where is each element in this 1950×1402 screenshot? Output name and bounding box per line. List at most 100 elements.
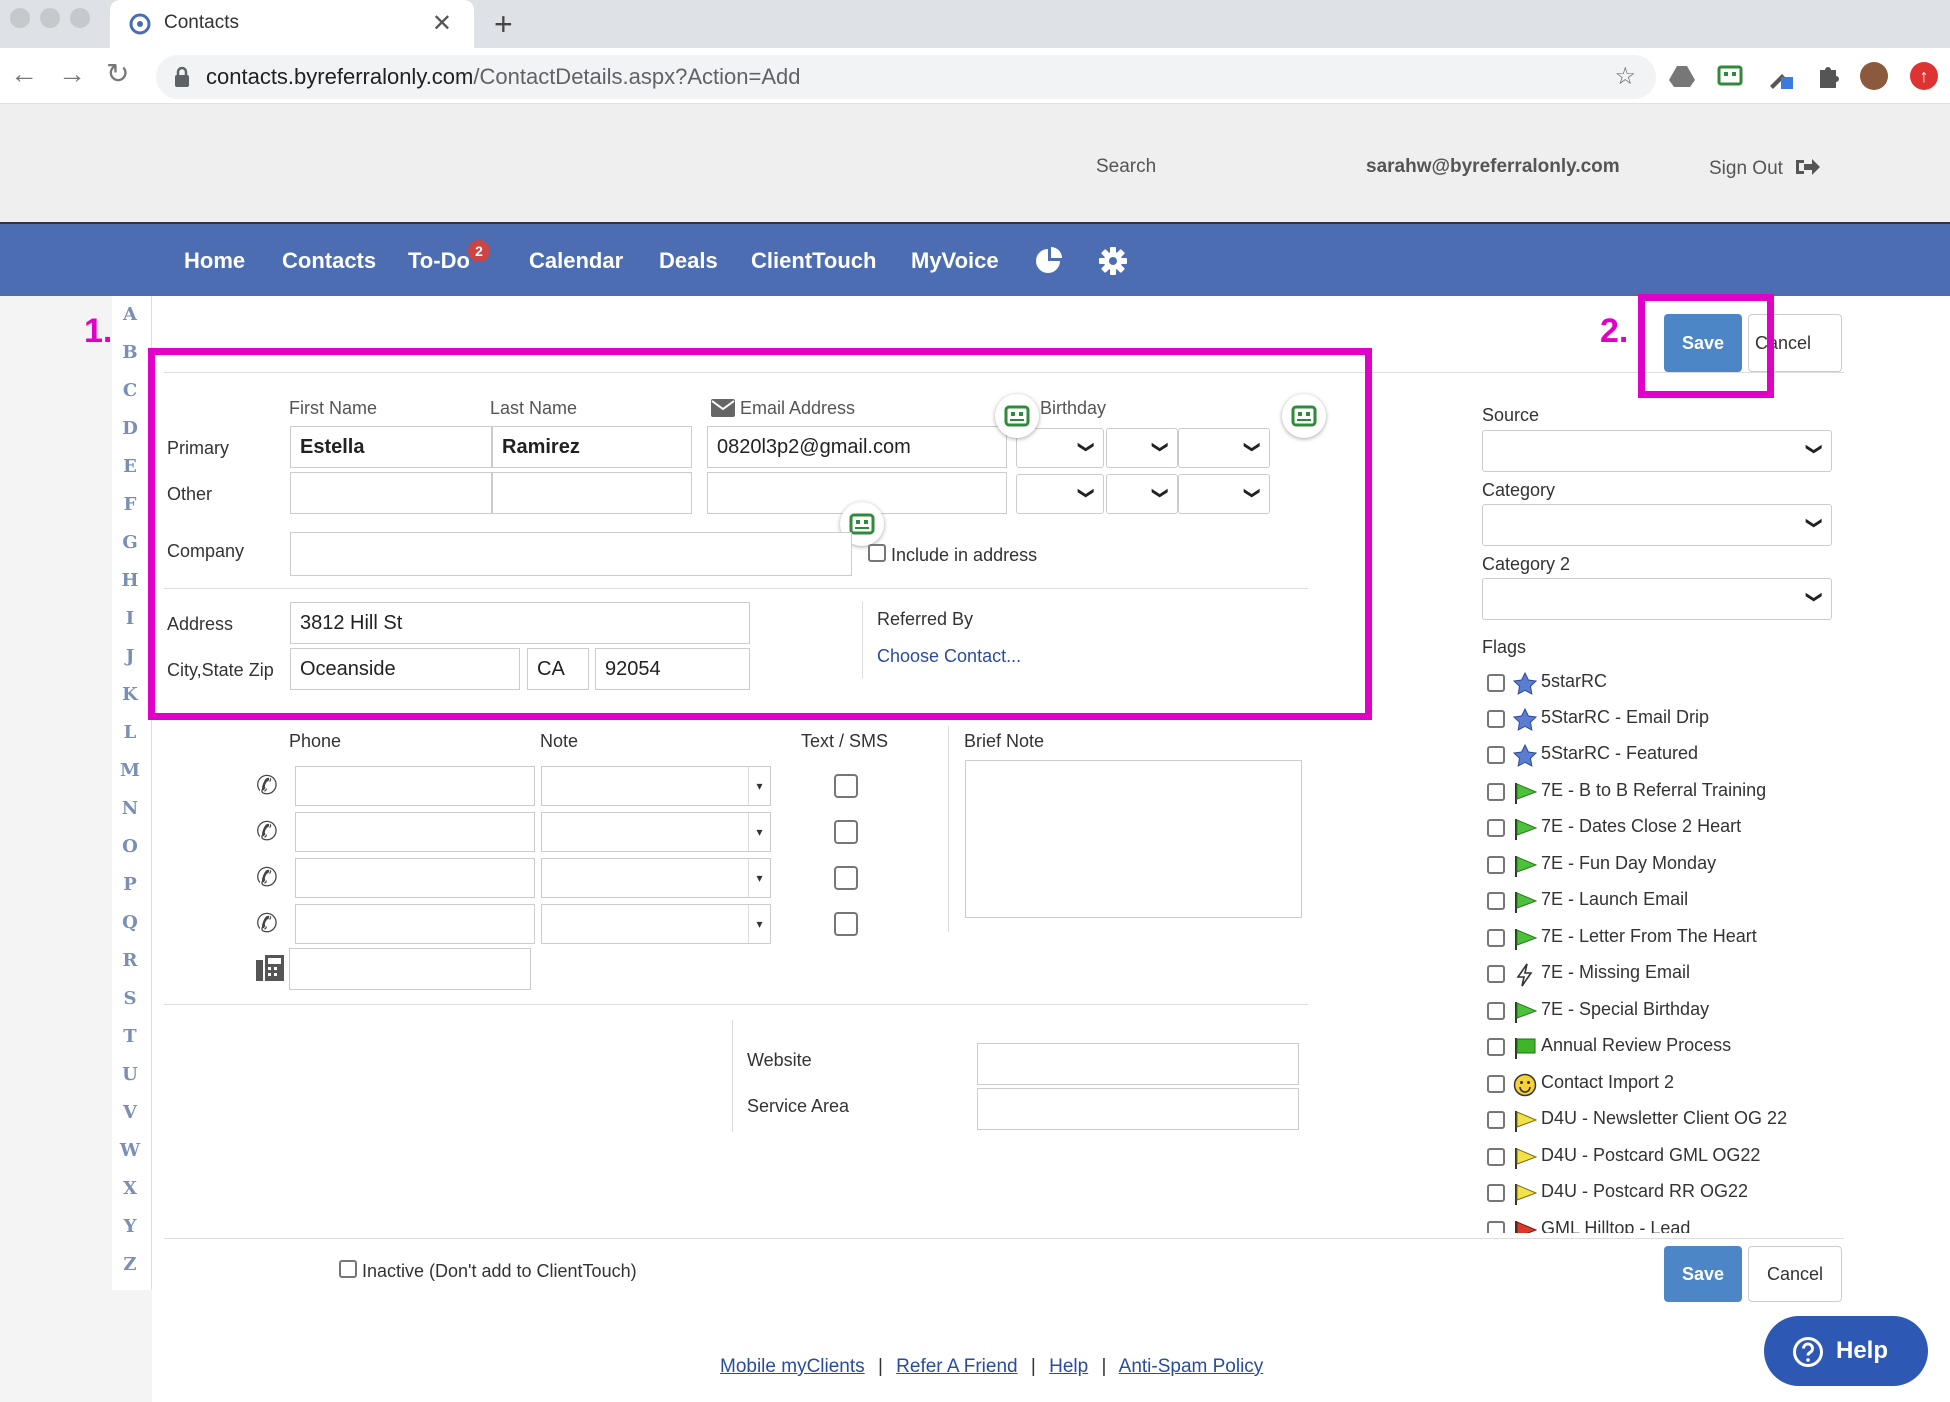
- window-maximize-control[interactable]: [70, 8, 90, 28]
- alpha-letter-q[interactable]: Q: [112, 912, 148, 933]
- alpha-letter-a[interactable]: A: [112, 304, 148, 325]
- flag-item[interactable]: D4U - Postcard GML OG22: [1485, 1142, 1825, 1172]
- mobile-myclients-link[interactable]: Mobile myClients: [720, 1356, 865, 1377]
- reports-pie-chart-icon[interactable]: [1034, 246, 1064, 276]
- phone-note-select-4[interactable]: ▾: [541, 904, 771, 944]
- alpha-letter-u[interactable]: U: [112, 1064, 148, 1085]
- address-bar[interactable]: contacts.byreferralonly.com/ContactDetai…: [156, 55, 1656, 99]
- flag-item[interactable]: 7E - Special Birthday: [1485, 996, 1825, 1026]
- flag-item[interactable]: 7E - Missing Email: [1485, 959, 1825, 989]
- help-button[interactable]: Help: [1764, 1316, 1928, 1386]
- flag-checkbox[interactable]: [1487, 965, 1505, 983]
- flag-checkbox[interactable]: [1487, 892, 1505, 910]
- sms-checkbox-2[interactable]: [834, 820, 858, 844]
- alpha-letter-n[interactable]: N: [112, 798, 148, 819]
- alpha-letter-w[interactable]: W: [112, 1140, 148, 1161]
- nav-clienttouch[interactable]: ClientTouch: [751, 248, 876, 274]
- bottom-save-button[interactable]: Save: [1664, 1246, 1742, 1302]
- inactive-checkbox[interactable]: [339, 1260, 357, 1278]
- search-link[interactable]: Search: [1096, 156, 1156, 178]
- flag-item[interactable]: Contact Import 2: [1485, 1069, 1825, 1099]
- alpha-letter-h[interactable]: H: [112, 570, 148, 591]
- alpha-letter-z[interactable]: Z: [112, 1254, 148, 1275]
- flag-item[interactable]: 7E - Letter From The Heart: [1485, 923, 1825, 953]
- flag-checkbox[interactable]: [1487, 1148, 1505, 1166]
- close-tab-icon[interactable]: ✕: [432, 9, 452, 38]
- flag-item[interactable]: 7E - Dates Close 2 Heart: [1485, 813, 1825, 843]
- alpha-letter-b[interactable]: B: [112, 342, 148, 363]
- phone-note-select-3[interactable]: ▾: [541, 858, 771, 898]
- flag-checkbox[interactable]: [1487, 783, 1505, 801]
- flag-item[interactable]: GML Hilltop - Lead: [1485, 1215, 1825, 1233]
- sms-checkbox-3[interactable]: [834, 866, 858, 890]
- alpha-letter-i[interactable]: I: [112, 608, 148, 629]
- refer-a-friend-link[interactable]: Refer A Friend: [896, 1356, 1017, 1377]
- update-icon[interactable]: ↑: [1910, 62, 1938, 90]
- forward-icon[interactable]: →: [58, 60, 86, 88]
- nav-home[interactable]: Home: [184, 248, 245, 274]
- flag-checkbox[interactable]: [1487, 929, 1505, 947]
- eyedropper-extension-icon[interactable]: [1766, 62, 1794, 90]
- anti-spam-policy-link[interactable]: Anti-Spam Policy: [1119, 1356, 1264, 1377]
- nav-contacts[interactable]: Contacts: [282, 248, 376, 274]
- alpha-letter-t[interactable]: T: [112, 1026, 148, 1047]
- alpha-letter-e[interactable]: E: [112, 456, 148, 477]
- nav-myvoice[interactable]: MyVoice: [911, 248, 999, 274]
- alpha-letter-v[interactable]: V: [112, 1102, 148, 1123]
- flag-checkbox[interactable]: [1487, 1184, 1505, 1202]
- category-2-select[interactable]: ❯: [1482, 578, 1832, 620]
- window-minimize-control[interactable]: [40, 8, 60, 28]
- flag-item[interactable]: 7E - Fun Day Monday: [1485, 850, 1825, 880]
- sign-out-link[interactable]: Sign Out: [1709, 156, 1821, 180]
- extensions-puzzle-icon[interactable]: [1814, 62, 1842, 90]
- alpha-letter-s[interactable]: S: [112, 988, 148, 1009]
- service-area-input[interactable]: [977, 1088, 1299, 1130]
- alpha-letter-g[interactable]: G: [112, 532, 148, 553]
- flag-checkbox[interactable]: [1487, 1221, 1505, 1233]
- drive-extension-icon[interactable]: [1668, 62, 1696, 90]
- phone-note-select-2[interactable]: ▾: [541, 812, 771, 852]
- flag-item[interactable]: 5StarRC - Featured: [1485, 740, 1825, 770]
- alpha-letter-l[interactable]: L: [112, 722, 148, 743]
- flag-item[interactable]: D4U - Postcard RR OG22: [1485, 1178, 1825, 1208]
- flag-item[interactable]: 7E - B to B Referral Training: [1485, 777, 1825, 807]
- alpha-letter-m[interactable]: M: [112, 760, 148, 781]
- settings-gear-icon[interactable]: [1098, 246, 1128, 276]
- alpha-letter-c[interactable]: C: [112, 380, 148, 401]
- sms-checkbox-4[interactable]: [834, 912, 858, 936]
- source-select[interactable]: ❯: [1482, 430, 1832, 472]
- phone-input-3[interactable]: [295, 858, 535, 898]
- alpha-letter-x[interactable]: X: [112, 1178, 148, 1199]
- window-close-control[interactable]: [10, 8, 30, 28]
- flag-item[interactable]: 5StarRC - Email Drip: [1485, 704, 1825, 734]
- nav-calendar[interactable]: Calendar: [529, 248, 623, 274]
- flag-checkbox[interactable]: [1487, 674, 1505, 692]
- fax-input[interactable]: [289, 948, 531, 990]
- help-link[interactable]: Help: [1049, 1356, 1088, 1377]
- back-icon[interactable]: ←: [10, 60, 38, 88]
- flag-item[interactable]: Annual Review Process: [1485, 1032, 1825, 1062]
- category-select[interactable]: ❯: [1482, 504, 1832, 546]
- flag-checkbox[interactable]: [1487, 1038, 1505, 1056]
- flag-checkbox[interactable]: [1487, 1111, 1505, 1129]
- phone-input-2[interactable]: [295, 812, 535, 852]
- flag-checkbox[interactable]: [1487, 710, 1505, 728]
- bottom-cancel-button[interactable]: Cancel: [1748, 1246, 1842, 1302]
- alpha-letter-r[interactable]: R: [112, 950, 148, 971]
- alpha-letter-f[interactable]: F: [112, 494, 148, 515]
- flag-checkbox[interactable]: [1487, 1075, 1505, 1093]
- alpha-letter-p[interactable]: P: [112, 874, 148, 895]
- phone-input-1[interactable]: [295, 766, 535, 806]
- alpha-letter-d[interactable]: D: [112, 418, 148, 439]
- nav-todo[interactable]: To-Do: [408, 248, 470, 274]
- alpha-letter-o[interactable]: O: [112, 836, 148, 857]
- flag-item[interactable]: 5starRC: [1485, 668, 1825, 698]
- sms-checkbox-1[interactable]: [834, 774, 858, 798]
- website-input[interactable]: [977, 1043, 1299, 1085]
- flag-checkbox[interactable]: [1487, 819, 1505, 837]
- flag-item[interactable]: 7E - Launch Email: [1485, 886, 1825, 916]
- phone-input-4[interactable]: [295, 904, 535, 944]
- brief-note-textarea[interactable]: [965, 760, 1302, 918]
- browser-tab[interactable]: Contacts ✕: [110, 0, 474, 48]
- flag-item[interactable]: D4U - Newsletter Client OG 22: [1485, 1105, 1825, 1135]
